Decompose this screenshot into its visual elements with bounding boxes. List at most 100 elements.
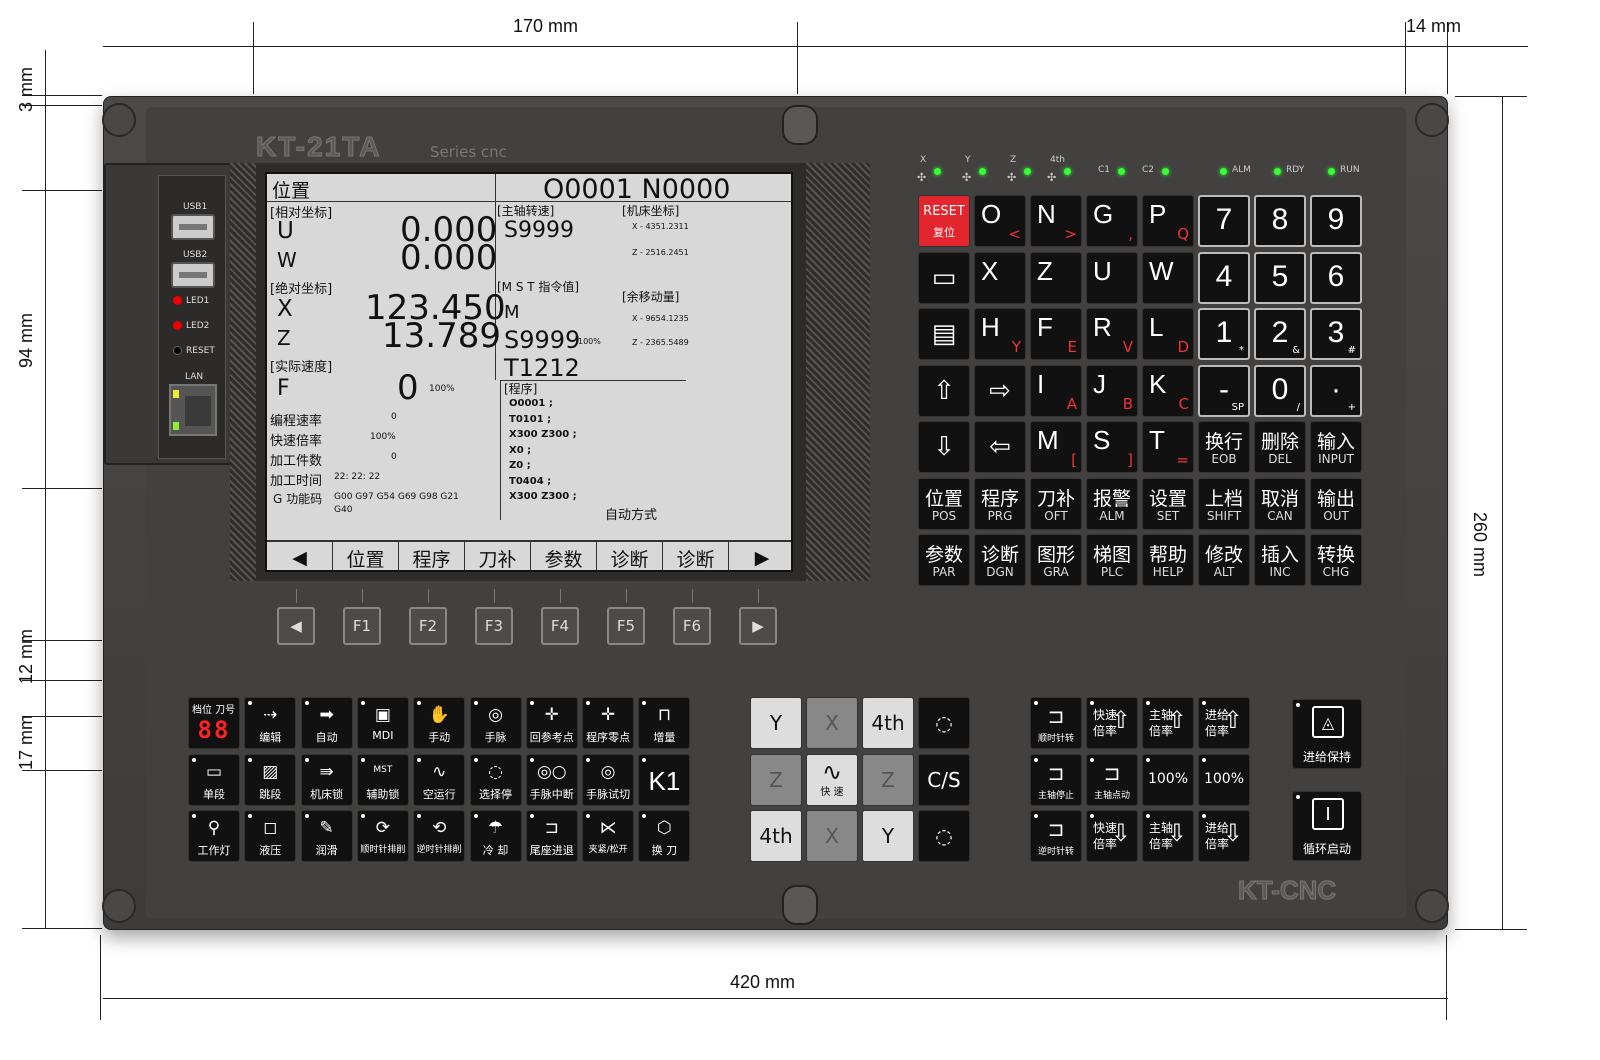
y-plus-jog-button[interactable]: Y (862, 810, 914, 862)
y-minus-jog-button[interactable]: Y (750, 697, 802, 749)
key-3-5[interactable]: - SP (1198, 364, 1250, 417)
key-3-4[interactable]: KC (1142, 364, 1194, 417)
key-0-3[interactable]: G, (1086, 195, 1138, 247)
override-key-1-1[interactable]: ⊐ 主轴点动 (1086, 753, 1138, 806)
softkey-2[interactable]: 程序 (399, 542, 465, 570)
z-minus-jog-button[interactable]: Z (750, 753, 802, 806)
x-minus-jog-button[interactable]: X (806, 810, 858, 862)
fkey-4[interactable]: F4 (541, 607, 579, 645)
mode-key-0-8[interactable]: ⊓ 增量 (638, 697, 691, 749)
cycle-start-button[interactable]: I 循环启动 (1292, 791, 1362, 861)
spindle-cw-jog-button[interactable]: ◌ (918, 697, 970, 749)
fkey-0[interactable]: ◀ (277, 607, 315, 645)
mode-key-2-1[interactable]: ◻ 液压 (244, 810, 297, 862)
key-0-1[interactable]: O < (974, 195, 1026, 247)
key-1-2[interactable]: Z (1030, 251, 1082, 304)
key-0-2[interactable]: N > (1030, 195, 1082, 247)
key-1-1[interactable]: X (974, 251, 1026, 304)
key-4-3[interactable]: S] (1086, 421, 1138, 473)
mode-key-1-8[interactable]: K1 (638, 753, 691, 806)
key-5-3[interactable]: 报警 ALM (1086, 477, 1138, 530)
key-1-6[interactable]: 5 (1254, 251, 1306, 304)
mode-key-2-6[interactable]: ⊐ 尾座进退 (525, 810, 578, 862)
key-3-3[interactable]: JB (1086, 364, 1138, 417)
z-plus-jog-button[interactable]: Z (862, 753, 914, 806)
mode-key-2-4[interactable]: ⟲ 逆时针排削 (413, 810, 466, 862)
spindle-ccw-jog-button[interactable]: ◌ (918, 810, 970, 862)
mode-key-2-7[interactable]: ⋉ 夹紧/松开 (582, 810, 635, 862)
key-6-1[interactable]: 诊断 DGN (974, 534, 1026, 586)
override-key-0-3[interactable]: 进给 倍率 ⇧ (1198, 697, 1250, 749)
softkey-5[interactable]: 诊断 (597, 542, 663, 570)
mode-key-1-7[interactable]: ◎ 手脉试切 (582, 753, 635, 806)
mode-key-1-0[interactable]: ▭ 单段 (188, 753, 240, 806)
mode-key-2-3[interactable]: ⟳ 顺时针排削 (356, 810, 409, 862)
key-5-0[interactable]: 位置 POS (918, 477, 970, 530)
fkey-5[interactable]: F5 (607, 607, 645, 645)
key-5-5[interactable]: 上档 SHIFT (1198, 477, 1250, 530)
fourth-minus-jog-button[interactable]: 4th (750, 810, 802, 862)
key-0-0[interactable]: RESET 复位 (918, 195, 970, 247)
key-2-5[interactable]: 1 * (1198, 308, 1250, 360)
key-4-2[interactable]: M[ (1030, 421, 1082, 473)
key-6-3[interactable]: 梯图 PLC (1086, 534, 1138, 586)
mode-key-0-3[interactable]: ▣ MDI (356, 697, 409, 749)
key-0-4[interactable]: PQ (1142, 195, 1194, 247)
key-5-2[interactable]: 刀补 OFT (1030, 477, 1082, 530)
softkey-1[interactable]: 位置 (333, 542, 399, 570)
fkey-6[interactable]: F6 (673, 607, 711, 645)
mode-key-0-2[interactable]: ➡ 自动 (300, 697, 353, 749)
key-1-7[interactable]: 6 (1310, 251, 1362, 304)
fourth-plus-jog-button[interactable]: 4th (862, 697, 914, 749)
key-6-6[interactable]: 插入 INC (1254, 534, 1306, 586)
usb2-port[interactable] (171, 262, 215, 288)
mode-key-0-5[interactable]: ◎ 手脉 (469, 697, 522, 749)
key-4-5[interactable]: 换行 EOB (1198, 421, 1250, 473)
override-key-1-3[interactable]: 100% (1198, 753, 1250, 806)
key-1-0[interactable]: ▭ (918, 251, 970, 304)
mode-key-2-0[interactable]: ⚲ 工作灯 (188, 810, 240, 862)
override-key-1-0[interactable]: ⊐ 主轴停止 (1030, 753, 1082, 806)
override-key-0-1[interactable]: 快速 倍率 ⇧ (1086, 697, 1138, 749)
key-4-6[interactable]: 删除 DEL (1254, 421, 1306, 473)
key-5-4[interactable]: 设置 SET (1142, 477, 1194, 530)
key-3-2[interactable]: IA (1030, 364, 1082, 417)
key-4-1[interactable]: ⇦ (974, 421, 1026, 473)
key-2-2[interactable]: FE (1030, 308, 1082, 360)
key-5-6[interactable]: 取消 CAN (1254, 477, 1306, 530)
key-3-7[interactable]: · + (1310, 364, 1362, 417)
key-0-5[interactable]: 7 (1198, 195, 1250, 247)
override-key-2-2[interactable]: 主轴 倍率 ⇩ (1142, 810, 1194, 862)
x-plus-jog-button[interactable]: X (806, 697, 858, 749)
mode-key-1-3[interactable]: MST 辅助锁 (356, 753, 409, 806)
softkey-6[interactable]: 诊断 (663, 542, 729, 570)
lan-port[interactable] (169, 384, 217, 436)
override-key-2-1[interactable]: 快速 倍率 ⇩ (1086, 810, 1138, 862)
key-6-2[interactable]: 图形 GRA (1030, 534, 1082, 586)
fkey-7[interactable]: ▶ (739, 607, 777, 645)
key-2-7[interactable]: 3 # (1310, 308, 1362, 360)
key-3-6[interactable]: 0/ (1254, 364, 1306, 417)
key-4-7[interactable]: 输入 INPUT (1310, 421, 1362, 473)
softkey-7[interactable]: ▶ (729, 542, 791, 570)
key-5-1[interactable]: 程序 PRG (974, 477, 1026, 530)
key-3-0[interactable]: ⇧ (918, 364, 970, 417)
mode-key-2-5[interactable]: ☂ 冷 却 (469, 810, 522, 862)
key-4-4[interactable]: T = (1142, 421, 1194, 473)
mode-key-1-5[interactable]: ◌ 选择停 (469, 753, 522, 806)
override-key-2-0[interactable]: ⊐ 逆时针转 (1030, 810, 1082, 862)
key-1-3[interactable]: U (1086, 251, 1138, 304)
key-6-0[interactable]: 参数 PAR (918, 534, 970, 586)
mode-key-0-4[interactable]: ✋ 手动 (413, 697, 466, 749)
key-4-0[interactable]: ⇩ (918, 421, 970, 473)
fkey-3[interactable]: F3 (475, 607, 513, 645)
mode-key-2-8[interactable]: ⬡ 换 刀 (638, 810, 691, 862)
fkey-2[interactable]: F2 (409, 607, 447, 645)
mode-key-1-4[interactable]: ∿ 空运行 (413, 753, 466, 806)
override-key-1-2[interactable]: 100% (1142, 753, 1194, 806)
mode-key-2-2[interactable]: ✎ 润滑 (300, 810, 353, 862)
reset-pinhole[interactable] (173, 346, 182, 355)
softkey-0[interactable]: ◀ (267, 542, 333, 570)
softkey-3[interactable]: 刀补 (465, 542, 531, 570)
mode-key-1-2[interactable]: ⇛ 机床锁 (300, 753, 353, 806)
